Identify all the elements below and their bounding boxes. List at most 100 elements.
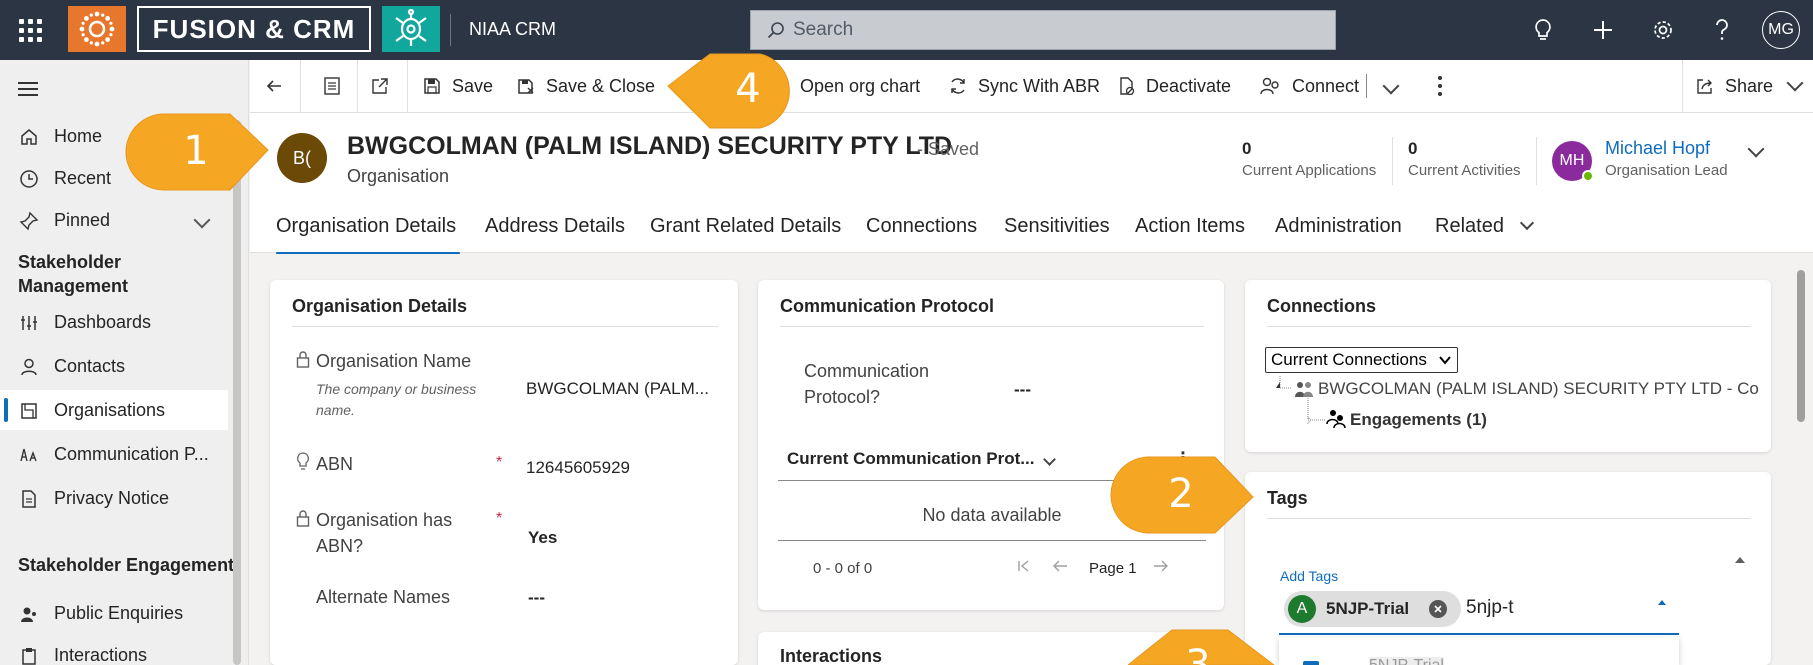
tags-input-value: 5njp-t [1466,597,1514,618]
command-separator [357,60,358,112]
sync-abr-button[interactable]: Sync With ABR [948,60,1100,112]
sync-label: Sync With ABR [978,75,1101,96]
tab-administration[interactable]: Administration [1275,215,1402,238]
connection-node-child[interactable]: Engagements (1) [1350,410,1487,430]
sidebar-scrollbar[interactable] [233,120,241,665]
callout-3: 3 [1128,626,1278,665]
help-icon[interactable] [1706,14,1738,46]
owner-name-link[interactable]: Michael Hopf [1605,138,1710,159]
tags-suggestion-dropdown: 5NJP-Trial [1279,637,1679,665]
record-title: BWGCOLMAN (PALM ISLAND) SECURITY PTY LTD [347,132,953,160]
sidebar-item-organisations[interactable]: Organisations [0,390,228,430]
sidebar-item-privacy-notice[interactable]: Privacy Notice [0,478,228,518]
tags-scroll-up-icon[interactable] [1734,556,1746,564]
header-expand-button[interactable] [1747,140,1765,160]
kpi-activities-value: 0 [1408,139,1418,158]
callout-4: 4 [664,48,814,132]
organisation-name-value[interactable]: BWGCOLMAN (PALM... [526,379,709,399]
suggestion-label[interactable]: 5NJP-Trial [1369,657,1444,665]
sidebar-group-title: Stakeholder Management [18,252,129,296]
sidebar-item-communication[interactable]: Communication P... [0,434,228,474]
section-title: Connections [1267,296,1377,316]
tab-related[interactable]: Related [1435,215,1534,238]
sidebar-item-dashboards[interactable]: Dashboards [0,302,228,342]
previous-page-icon[interactable] [1051,558,1069,574]
required-indicator: * [496,510,503,527]
callout-number: 2 [1168,471,1194,517]
callout-number: 1 [183,128,209,174]
user-avatar[interactable]: MG [1762,11,1800,49]
share-button[interactable]: Share [1695,60,1804,112]
sidebar-item-label: Interactions [54,644,148,665]
communication-protocol-value[interactable]: --- [1014,380,1031,400]
more-commands-button[interactable] [1438,60,1442,112]
app-launcher-button[interactable] [0,0,60,60]
section-title: Interactions [780,646,883,665]
save-close-button[interactable]: Save & Close [516,60,655,112]
lock-icon [296,351,310,368]
command-separator [1366,74,1367,98]
subgrid-view-selector[interactable] [1043,451,1056,469]
share-icon [1695,76,1715,96]
field-label-has-abn: Organisation has [316,510,453,530]
gear-icon[interactable] [1647,14,1679,46]
lightbulb-icon[interactable] [1527,14,1559,46]
open-org-chart-button[interactable]: Open org chart [800,60,920,112]
search-icon [767,22,784,39]
tab-address-details[interactable]: Address Details [485,215,625,238]
tab-organisation-details[interactable]: Organisation Details [276,215,456,238]
callout-number: 4 [735,66,761,112]
connect-button[interactable]: Connect [1260,60,1359,112]
connection-node-root[interactable]: BWGCOLMAN (PALM ISLAND) SECURITY PTY LTD… [1318,379,1759,399]
save-label: Save [452,75,494,96]
plus-icon[interactable] [1587,14,1619,46]
owner-role: Organisation Lead [1605,162,1728,179]
search-input[interactable]: Search [750,10,1336,50]
command-separator [407,60,408,112]
section-title: Organisation Details [292,296,468,316]
section-divider [780,326,1204,327]
connections-view-select[interactable]: Current Connections [1265,347,1458,373]
save-close-icon [516,76,536,96]
open-new-window-button[interactable] [370,60,400,112]
sidebar-item-label: Public Enquiries [54,602,184,623]
tab-related-label: Related [1435,215,1504,237]
presence-online-icon [1582,170,1594,182]
callout-number: 3 [1185,642,1211,665]
tab-sensitivities[interactable]: Sensitivities [1004,215,1110,238]
chevron-down-icon [1786,74,1804,92]
communication-icon [18,444,40,466]
sidebar-item-pinned[interactable]: Pinned [0,200,228,240]
tab-connections[interactable]: Connections [866,215,977,238]
form-selector-button[interactable] [323,60,351,112]
alternate-names-value[interactable]: --- [528,588,545,608]
sidebar-item-public-enquiries[interactable]: Public Enquiries [0,593,228,633]
first-page-icon[interactable] [1016,558,1032,574]
tag-chip[interactable]: A 5NJP-Trial [1284,591,1461,627]
section-title: Communication Protocol [780,296,995,316]
next-page-icon[interactable] [1152,558,1170,574]
back-arrow-icon [264,76,284,96]
has-abn-value[interactable]: Yes [528,528,557,548]
org-chart-label: Open org chart [800,75,921,96]
tab-action-items[interactable]: Action Items [1135,215,1245,238]
save-button[interactable]: Save [422,60,493,112]
back-button[interactable] [264,60,294,112]
main-scrollbar[interactable] [1797,270,1805,422]
suggestion-checkbox[interactable] [1303,661,1319,665]
subgrid-page-indicator: Page 1 [1089,560,1137,577]
abn-value[interactable]: 12645605929 [526,458,630,478]
deactivate-button[interactable]: Deactivate [1118,60,1231,112]
connect-dropdown-button[interactable] [1382,60,1400,112]
sidebar-item-interactions[interactable]: Interactions [0,635,228,665]
engagement-people-icon [1326,410,1346,428]
pop-out-icon [370,76,390,96]
hamburger-menu-icon[interactable] [18,82,38,100]
remove-tag-icon[interactable] [1429,600,1447,618]
chevron-down-icon[interactable] [193,211,211,229]
sidebar-item-contacts[interactable]: Contacts [0,346,228,386]
tab-grant-related-details[interactable]: Grant Related Details [650,215,841,238]
caret-up-icon[interactable] [1657,599,1667,606]
sidebar-item-label: Recent [54,167,112,188]
chevron-down-icon [1747,140,1765,158]
